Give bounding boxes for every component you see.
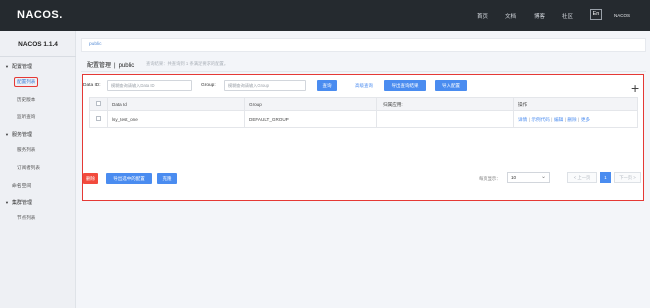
- header-app: 归属应用:: [383, 102, 403, 107]
- row-group: DEFAULT_GROUP: [249, 117, 289, 122]
- page-size-label: 每页显示：: [479, 176, 501, 181]
- more-link[interactable]: 更多: [581, 117, 590, 122]
- export-results-button[interactable]: 导出查询结果: [384, 80, 426, 91]
- sidebar-group-service[interactable]: ▼ 服务管理: [5, 131, 32, 138]
- column-divider: [513, 111, 514, 127]
- version-label: NACOS 1.1.4: [18, 41, 58, 48]
- column-divider: [376, 111, 377, 127]
- sidebar-item-config-list[interactable]: 配置列表: [14, 77, 39, 87]
- sidebar-item-history[interactable]: 历史版本: [17, 97, 35, 103]
- export-selected-button[interactable]: 导出选中的配置: [106, 173, 152, 184]
- query-result-hint: 查询结果：共查询到 1 条满足要求的配置。: [146, 61, 229, 66]
- sidebar-divider: [0, 56, 76, 57]
- chevron-down-icon: ⌄: [540, 174, 546, 180]
- page-size-value: 10: [511, 175, 517, 180]
- page-title: 配置管理 | public: [87, 63, 135, 69]
- table-row[interactable]: lsy_test_one DEFAULT_GROUP 详情 | 示例代码 | 编辑 | 删除…: [89, 111, 638, 128]
- row-actions: 详情 | 示例代码 | 编辑 | 删除 | 更多: [518, 117, 591, 122]
- group-search-input[interactable]: 模糊查询请输入Group: [224, 80, 306, 91]
- breadcrumb[interactable]: public: [81, 38, 646, 52]
- advanced-query-link[interactable]: 高级查询: [352, 80, 376, 91]
- config-panel: Data ID: 模糊查询请输入Data ID Group: 模糊查询请输入Gr…: [82, 74, 644, 201]
- add-config-icon[interactable]: +: [631, 81, 639, 95]
- caret-down-icon: ▼: [5, 132, 9, 137]
- page-size-select[interactable]: 10 ⌄: [507, 172, 550, 183]
- caret-down-icon: ▼: [5, 64, 9, 69]
- query-button[interactable]: 查询: [317, 80, 337, 91]
- sidebar-item-nodes[interactable]: 节点列表: [17, 215, 35, 221]
- delete-button[interactable]: 删除: [83, 173, 98, 184]
- nav-home[interactable]: 首页: [477, 12, 488, 20]
- header-dataid: Data Id: [112, 102, 127, 107]
- header-group: Group: [249, 102, 262, 107]
- import-config-button[interactable]: 导入配置: [435, 80, 467, 91]
- nav-docs[interactable]: 文档: [505, 12, 516, 20]
- nacos-logo[interactable]: NACOS.: [17, 9, 63, 21]
- column-divider: [376, 98, 377, 111]
- caret-down-icon: ▼: [5, 200, 9, 205]
- column-divider: [513, 98, 514, 111]
- sidebar-item-service-list[interactable]: 服务列表: [17, 147, 35, 153]
- edit-link[interactable]: 编辑: [554, 117, 563, 122]
- divider: [81, 71, 646, 72]
- top-navbar: NACOS. 首页 文档 博客 社区 En NACOS: [0, 0, 650, 31]
- column-divider: [244, 111, 245, 127]
- sidebar-item-namespace[interactable]: 命名空间: [12, 182, 31, 189]
- column-divider: [107, 98, 108, 111]
- group-label: Group:: [201, 83, 216, 88]
- language-toggle-button[interactable]: En: [590, 9, 602, 20]
- details-link[interactable]: 详情: [518, 117, 527, 122]
- clone-button[interactable]: 克隆: [157, 173, 177, 184]
- current-page-button[interactable]: 1: [600, 172, 611, 183]
- sidebar-item-subscribers[interactable]: 订阅者列表: [17, 165, 40, 171]
- user-brand-label: NACOS: [614, 13, 631, 18]
- prev-page-button[interactable]: < 上一页: [567, 172, 597, 183]
- column-divider: [244, 98, 245, 111]
- namespace-label: public: [118, 63, 135, 69]
- delete-link[interactable]: 删除: [567, 117, 576, 122]
- next-page-button[interactable]: 下一页 >: [614, 172, 641, 183]
- main-content: public 配置管理 | public 查询结果：共查询到 1 条满足要求的配置。…: [77, 31, 650, 308]
- sidebar: NACOS 1.1.4 ▼ 配置管理 配置列表 历史版本 监听查询 ▼ 服务管理 服…: [0, 31, 76, 308]
- sidebar-item-listener[interactable]: 监听查询: [17, 114, 35, 120]
- table-header: Data Id Group 归属应用: 操作: [89, 97, 638, 111]
- sidebar-group-config[interactable]: ▼ 配置管理: [5, 63, 32, 70]
- nav-blog[interactable]: 博客: [534, 12, 545, 20]
- column-divider: [107, 111, 108, 127]
- select-all-checkbox[interactable]: [96, 101, 101, 106]
- dataid-search-input[interactable]: 模糊查询请输入Data ID: [107, 80, 192, 91]
- dataid-label: Data ID:: [83, 83, 101, 88]
- header-actions: 操作: [518, 102, 528, 107]
- sidebar-group-cluster[interactable]: ▼ 集群管理: [5, 199, 32, 206]
- sample-code-link[interactable]: 示例代码: [531, 117, 549, 122]
- row-checkbox[interactable]: [96, 116, 101, 121]
- nav-community[interactable]: 社区: [562, 12, 573, 20]
- row-dataid: lsy_test_one: [112, 117, 138, 122]
